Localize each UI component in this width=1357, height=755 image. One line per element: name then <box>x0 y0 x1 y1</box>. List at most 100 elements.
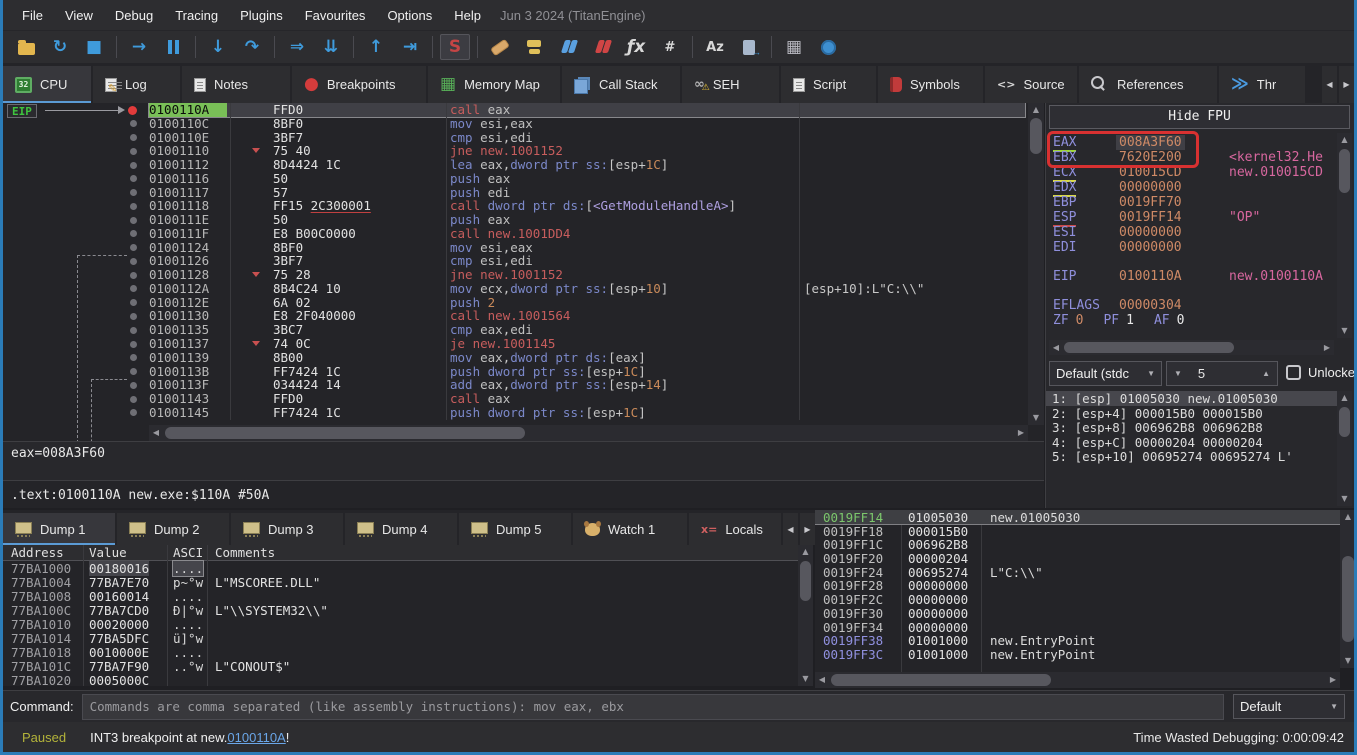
disassembly-row[interactable]: 0100111075 40jne new.1001152 <box>3 144 1044 158</box>
instruction-dot[interactable] <box>130 368 137 375</box>
column-divider[interactable] <box>230 103 231 420</box>
argument-row[interactable]: 3: [esp+8] 006962B8 006962B8 <box>1046 420 1338 435</box>
tab-seh[interactable]: ∞SEH <box>682 66 779 103</box>
menu-help[interactable]: Help <box>443 0 492 30</box>
breakpoint-dot[interactable] <box>128 106 137 115</box>
disassembly-row[interactable]: 0100110AFFD0call eax <box>3 103 1044 117</box>
disassembly-row[interactable]: 01001143FFD0call eax <box>3 392 1044 406</box>
instruction-dot[interactable] <box>130 299 137 306</box>
stack-row[interactable]: 0019FF2000000204 <box>815 551 1340 565</box>
column-header-asci[interactable]: ASCI <box>173 545 203 560</box>
disassembly-row[interactable]: 01001118FF15 2C300001call dword ptr ds:[… <box>3 199 1044 213</box>
step-over-button[interactable]: ↷ <box>237 34 267 60</box>
disassembly-row[interactable]: 0100113774 0Cje new.1001145 <box>3 337 1044 351</box>
tab-thr[interactable]: ≫Thr <box>1219 66 1305 103</box>
scroll-up-arrow[interactable]: ▲ <box>1337 391 1352 405</box>
stack-row[interactable]: 0019FF2400695274L"C:\\" <box>815 565 1340 579</box>
stack-row[interactable]: 0019FF3000000000 <box>815 606 1340 620</box>
disassembly-row[interactable]: 0100112875 28jne new.1001152 <box>3 268 1044 282</box>
tab-log[interactable]: Log <box>93 66 180 103</box>
tab-source[interactable]: <>Source <box>985 66 1077 103</box>
menu-tracing[interactable]: Tracing <box>164 0 229 30</box>
dump-row[interactable]: 77BA100477BA7E70p~°wL"MSCOREE.DLL" <box>3 575 798 589</box>
argument-row[interactable]: 2: [esp+4] 000015B0 000015B0 <box>1046 406 1338 421</box>
scroll-left-arrow[interactable]: ◀ <box>815 672 829 688</box>
disassembly-panel[interactable]: 0100110AFFD0call eax0100110C8BF0mov esi,… <box>3 103 1044 441</box>
assembler-button[interactable] <box>734 34 764 60</box>
stack-row[interactable]: 0019FF3C01001000new.EntryPoint <box>815 647 1340 661</box>
tab-dump-2[interactable]: Dump 2 <box>117 513 229 545</box>
disassembly-row[interactable]: 0100110C8BF0mov esi,eax <box>3 117 1044 131</box>
close-button[interactable]: ■ <box>79 34 109 60</box>
disassembly-row[interactable]: 010011263BF7cmp esi,edi <box>3 254 1044 268</box>
instruction-dot[interactable] <box>130 148 137 155</box>
register-row[interactable]: EBP0019FF70 <box>1046 195 1346 210</box>
instruction-dot[interactable] <box>130 313 137 320</box>
tab-dump-4[interactable]: Dump 4 <box>345 513 457 545</box>
column-header-address[interactable]: Address <box>11 545 64 560</box>
change-case-button[interactable]: Az <box>700 34 730 60</box>
log-syscalls-button[interactable]: S <box>440 34 470 60</box>
scroll-right-arrow[interactable]: ▶ <box>1320 340 1334 355</box>
open-file-button[interactable] <box>11 34 41 60</box>
stack-row[interactable]: 0019FF2800000000 <box>815 578 1340 592</box>
tab-watch-1[interactable]: Watch 1 <box>573 513 687 545</box>
instruction-dot[interactable] <box>130 341 137 348</box>
instruction-dot[interactable] <box>130 120 137 127</box>
tab-notes[interactable]: Notes <box>182 66 290 103</box>
animate-into-button[interactable]: ⇒ <box>282 34 312 60</box>
menu-view[interactable]: View <box>54 0 104 30</box>
run-button[interactable]: → <box>124 34 154 60</box>
register-row[interactable]: EDI00000000 <box>1046 240 1346 255</box>
scroll-down-arrow[interactable]: ▼ <box>1337 492 1352 506</box>
disassembly-row[interactable]: 01001145FF7424 1Cpush dword ptr ss:[esp+… <box>3 406 1044 420</box>
scroll-thumb[interactable] <box>1339 149 1350 193</box>
instruction-dot[interactable] <box>130 244 137 251</box>
stack-row[interactable]: 0019FF3400000000 <box>815 620 1340 634</box>
function-analysis-button[interactable]: ƒx <box>621 34 651 60</box>
command-profile-select[interactable]: Default ▼ <box>1233 694 1345 719</box>
step-into-button[interactable]: ↓ <box>203 34 233 60</box>
menu-favourites[interactable]: Favourites <box>294 0 377 30</box>
scroll-right-button[interactable]: ▶ <box>800 513 815 545</box>
labels-button[interactable] <box>553 34 583 60</box>
dump-row[interactable]: 77BA100000180016.... <box>3 561 798 575</box>
instruction-dot[interactable] <box>130 175 137 182</box>
tab-locals[interactable]: x=Locals <box>689 513 781 545</box>
register-row[interactable]: EFLAGS00000304 <box>1046 298 1346 313</box>
instruction-dot[interactable] <box>130 162 137 169</box>
instruction-dot[interactable] <box>130 217 137 224</box>
disassembly-row[interactable]: 0100111650push eax <box>3 172 1044 186</box>
scroll-up-arrow[interactable]: ▲ <box>1337 133 1352 147</box>
stack-panel[interactable]: 0019FF1401005030new.010050300019FF180000… <box>815 510 1340 672</box>
disassembly-row[interactable]: 0100110E3BF7cmp esi,edi <box>3 131 1044 145</box>
disassembly-row[interactable]: 0100113F034424 14add eax,dword ptr ss:[e… <box>3 378 1044 392</box>
register-row[interactable]: EIP0100110Anew.0100110A <box>1046 269 1346 284</box>
tab-references[interactable]: References <box>1079 66 1217 103</box>
instruction-dot[interactable] <box>130 134 137 141</box>
instruction-dot[interactable] <box>130 354 137 361</box>
scroll-down-arrow[interactable]: ▼ <box>798 672 813 686</box>
column-divider[interactable] <box>799 103 800 420</box>
calling-convention-select[interactable]: Default (stdc ▼ <box>1049 361 1162 386</box>
register-row[interactable]: ESI00000000 <box>1046 225 1346 240</box>
scroll-thumb[interactable] <box>831 674 1051 686</box>
disassembly-row[interactable]: 0100113BFF7424 1Cpush dword ptr ss:[esp+… <box>3 365 1044 379</box>
scroll-down-arrow[interactable]: ▼ <box>1337 324 1352 338</box>
argument-row[interactable]: 5: [esp+10] 00695274 00695274 L' <box>1046 449 1338 464</box>
instruction-dot[interactable] <box>130 382 137 389</box>
patches-button[interactable] <box>485 34 515 60</box>
register-row[interactable]: EDX00000000 <box>1046 180 1346 195</box>
stack-row[interactable]: 0019FF1401005030new.01005030 <box>815 510 1340 524</box>
tab-dump-1[interactable]: Dump 1 <box>3 513 115 545</box>
disassembly-row[interactable]: 010011248BF0mov esi,eax <box>3 241 1044 255</box>
instruction-dot[interactable] <box>130 230 137 237</box>
disassembly-row[interactable]: 0100111E50push eax <box>3 213 1044 227</box>
registers-panel[interactable]: Hide FPU EAX008A3F60EBX7620E200<kernel32… <box>1045 103 1354 508</box>
tab-script[interactable]: Script <box>781 66 876 103</box>
disassembly-row[interactable]: 01001130E8 2F040000call new.1001564 <box>3 309 1044 323</box>
dump-row[interactable]: 77BA10180010000E.... <box>3 645 798 659</box>
instruction-dot[interactable] <box>130 285 137 292</box>
run-to-user-code-button[interactable]: ⇥ <box>395 34 425 60</box>
stack-row[interactable]: 0019FF3801001000new.EntryPoint <box>815 633 1340 647</box>
